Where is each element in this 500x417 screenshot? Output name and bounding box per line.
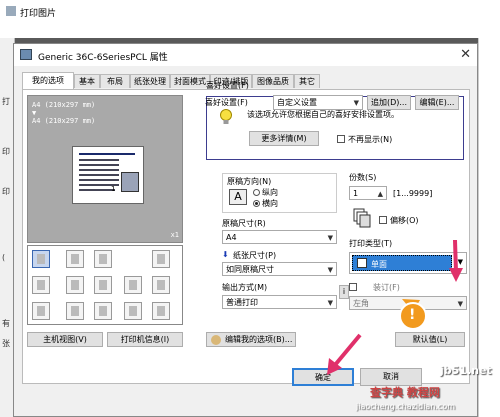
watermark-line1: jb51.net xyxy=(440,364,492,377)
watermark-line2: 查字典 教程网 xyxy=(370,386,440,399)
pink-arrow-shaft xyxy=(453,239,458,273)
watermark-line3: jiaocheng.chazidian.com xyxy=(356,402,456,411)
pink-arrow-icon xyxy=(449,268,463,282)
annotation-overlay xyxy=(327,239,463,375)
pink-arrow-shaft xyxy=(333,333,362,367)
callout-mark: ! xyxy=(409,307,416,323)
